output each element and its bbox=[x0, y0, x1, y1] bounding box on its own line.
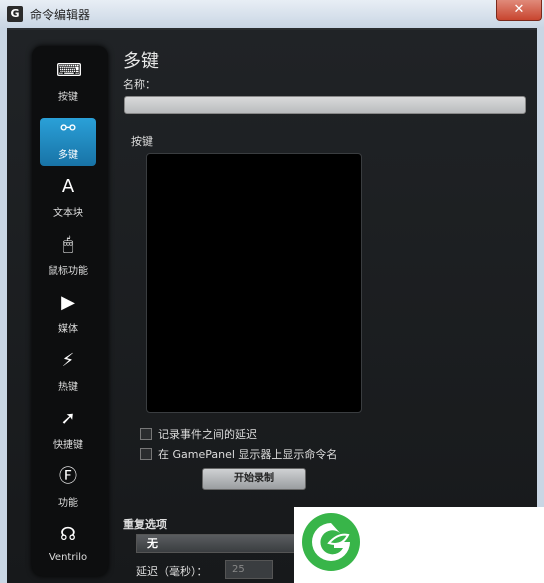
sidebar-item-label: Ventrilo bbox=[48, 552, 88, 563]
sidebar-item-label: 功能 bbox=[58, 498, 78, 509]
record-delay-checkbox[interactable] bbox=[140, 428, 152, 440]
repeat-select[interactable]: 无 bbox=[136, 534, 304, 553]
sidebar-item-label: 快捷键 bbox=[53, 440, 83, 451]
record-delay-label: 记录事件之间的延迟 bbox=[158, 428, 257, 441]
title-bar: G 命令编辑器 ✕ bbox=[0, 0, 544, 29]
sidebar-item-hotkey[interactable]: ⚡ 热键 bbox=[40, 350, 96, 398]
gamepanel-checkbox-row[interactable]: 在 GamePanel 显示器上显示命令名 bbox=[140, 446, 337, 462]
repeat-options-label: 重复选项 bbox=[123, 518, 167, 531]
headset-icon: ☊ bbox=[60, 524, 76, 545]
sidebar-item-label: 按键 bbox=[58, 92, 78, 103]
close-button[interactable]: ✕ bbox=[496, 0, 542, 21]
sidebar-item-shortcut[interactable]: ➚ 快捷键 bbox=[40, 408, 96, 456]
sidebar-item-label: 媒体 bbox=[58, 324, 78, 335]
sidebar-item-media[interactable]: ▶ 媒体 bbox=[40, 292, 96, 340]
delay-label: 延迟（毫秒）： bbox=[136, 565, 208, 578]
gamepanel-label: 在 GamePanel 显示器上显示命令名 bbox=[158, 448, 338, 461]
app-logo-icon: G bbox=[7, 6, 23, 22]
gamepanel-checkbox[interactable] bbox=[140, 448, 152, 460]
text-block-icon: A bbox=[61, 176, 75, 197]
sidebar-item-label: 鼠标功能 bbox=[48, 266, 88, 277]
sidebar-item-label: 多键 bbox=[58, 150, 78, 161]
sidebar-item-function[interactable]: Ⓕ 功能 bbox=[40, 466, 96, 514]
mouse-icon: 🖱 bbox=[62, 234, 74, 255]
sidebar-item-label: 热键 bbox=[58, 382, 78, 393]
name-input[interactable] bbox=[124, 96, 526, 114]
keys-label: 按键 bbox=[131, 135, 153, 148]
sidebar-item-mouse[interactable]: 🖱 鼠标功能 bbox=[40, 234, 96, 282]
shortcut-arrow-icon: ➚ bbox=[60, 408, 76, 429]
delay-input[interactable]: 25 bbox=[225, 560, 273, 579]
sidebar-item-ventrilo[interactable]: ☊ Ventrilo bbox=[40, 524, 96, 572]
sidebar-item-multikey[interactable]: ⚯ 多键 bbox=[40, 118, 96, 166]
page-title: 多键 bbox=[123, 51, 159, 72]
keystroke-list[interactable] bbox=[146, 153, 362, 413]
multikey-icon: ⚯ bbox=[60, 118, 76, 139]
record-delay-checkbox-row[interactable]: 记录事件之间的延迟 bbox=[140, 426, 257, 442]
hotkey-icon: ⚡ bbox=[61, 350, 75, 371]
sidebar-item-label: 文本块 bbox=[53, 208, 83, 219]
start-recording-button[interactable]: 开始录制 bbox=[202, 468, 306, 490]
key-icon: ⌨ bbox=[56, 60, 82, 81]
watermark-logo-icon bbox=[302, 513, 360, 571]
name-label: 名称： bbox=[123, 78, 156, 91]
play-icon: ▶ bbox=[61, 292, 75, 313]
window-title: 命令编辑器 bbox=[30, 8, 91, 22]
sidebar-item-text-block[interactable]: A 文本块 bbox=[40, 176, 96, 224]
sidebar-item-key[interactable]: ⌨ 按键 bbox=[40, 60, 96, 108]
function-icon: Ⓕ bbox=[59, 466, 77, 487]
